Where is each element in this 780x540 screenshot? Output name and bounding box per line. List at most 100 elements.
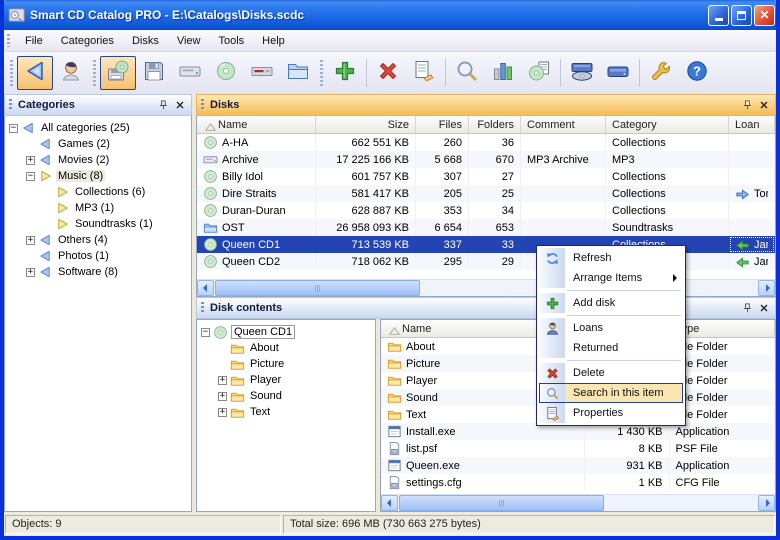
expand-icon[interactable]: + [26, 156, 35, 165]
search-button[interactable] [449, 56, 485, 90]
column-header-folders[interactable]: Folders [469, 116, 521, 133]
tree-item[interactable]: −Music (8) [5, 168, 191, 184]
table-row[interactable]: Dire Straits581 417 KB20525CollectionsTo… [197, 185, 775, 202]
collapse-icon[interactable]: − [26, 172, 35, 181]
open-catalog-button[interactable] [280, 56, 316, 90]
expand-icon[interactable]: + [218, 392, 227, 401]
tree-item[interactable]: Photos (1) [5, 248, 191, 264]
context-menu-item-delete[interactable]: Delete [539, 363, 683, 383]
table-row[interactable]: OST26 958 093 KB6 654653Soundtrasks [197, 219, 775, 236]
context-menu-item-loans[interactable]: Loans [539, 318, 683, 338]
panel-grip[interactable] [9, 99, 12, 111]
files-hscrollbar[interactable] [381, 494, 775, 511]
tree-item[interactable]: Collections (6) [5, 184, 191, 200]
tree-item[interactable]: MP3 (1) [5, 200, 191, 216]
list-item[interactable]: Queen.exe931 KBApplication [381, 457, 775, 474]
save-button[interactable] [136, 56, 172, 90]
close-button[interactable]: ✕ [754, 5, 775, 26]
cd-button[interactable] [208, 56, 244, 90]
collapse-icon[interactable]: − [9, 124, 18, 133]
pin-icon[interactable] [739, 301, 754, 316]
close-tray-button[interactable] [600, 56, 636, 90]
toolbar-grip[interactable] [10, 60, 13, 86]
device-button[interactable] [244, 56, 280, 90]
context-menu-item-add-disk[interactable]: Add disk [539, 293, 683, 313]
tree-item[interactable]: Games (2) [5, 136, 191, 152]
scrollbar-thumb[interactable] [399, 495, 604, 511]
scroll-left-icon[interactable] [381, 495, 398, 511]
collapse-icon[interactable]: − [201, 328, 210, 337]
help-button[interactable]: ? [679, 56, 715, 90]
context-menu-item-arrange-items[interactable]: Arrange Items [539, 268, 683, 288]
context-menu-item-search-in-this-item[interactable]: Search in this item [539, 383, 683, 403]
save-catalog-button[interactable] [100, 56, 136, 90]
menu-view[interactable]: View [168, 32, 210, 50]
tree-item[interactable]: +Text [197, 404, 375, 420]
tree-item[interactable]: −All categories (25) [5, 120, 191, 136]
context-menu-item-refresh[interactable]: Refresh [539, 248, 683, 268]
table-row[interactable]: A-HA662 551 KB26036Collections [197, 134, 775, 151]
column-header-files[interactable]: Files [416, 116, 469, 133]
table-row[interactable]: Archive17 225 166 KB5 668670MP3 ArchiveM… [197, 151, 775, 168]
toolbar-grip[interactable] [93, 60, 96, 86]
tree-item[interactable]: +Player [197, 372, 375, 388]
list-item[interactable]: list.psf8 KBPSF File [381, 440, 775, 457]
list-item[interactable]: settings.cfg1 KBCFG File [381, 474, 775, 491]
maximize-button[interactable] [731, 5, 752, 26]
pin-icon[interactable] [155, 98, 170, 113]
expand-icon[interactable]: + [218, 376, 227, 385]
context-menu-item-properties[interactable]: Properties [539, 403, 683, 423]
pin-icon[interactable] [739, 98, 754, 113]
properties-button[interactable] [406, 56, 442, 90]
options-button[interactable] [643, 56, 679, 90]
table-row[interactable]: Queen CD1713 539 KB33733CollectionsJames [197, 236, 775, 253]
tree-item[interactable]: +Sound [197, 388, 375, 404]
close-panel-icon[interactable] [756, 98, 771, 113]
scroll-right-icon[interactable] [758, 495, 775, 511]
column-header-category[interactable]: Category [606, 116, 729, 133]
close-panel-icon[interactable] [172, 98, 187, 113]
back-button[interactable] [17, 56, 53, 90]
disks-hscrollbar[interactable] [197, 279, 775, 296]
tree-item[interactable]: Soundtrasks (1) [5, 216, 191, 232]
scrollbar-thumb[interactable] [215, 280, 420, 296]
column-header-comment[interactable]: Comment [521, 116, 606, 133]
loans-button[interactable] [53, 56, 89, 90]
menu-categories[interactable]: Categories [52, 32, 123, 50]
context-menu-item-returned[interactable]: Returned [539, 338, 683, 358]
panel-grip[interactable] [201, 302, 204, 314]
tree-item[interactable]: −Queen CD1 [197, 324, 375, 340]
scroll-right-icon[interactable] [758, 280, 775, 296]
menu-disks[interactable]: Disks [123, 32, 168, 50]
statistics-button[interactable] [485, 56, 521, 90]
menu-file[interactable]: File [16, 32, 52, 50]
tree-item[interactable]: +Others (4) [5, 232, 191, 248]
tree-item[interactable]: Picture [197, 356, 375, 372]
expand-icon[interactable]: + [26, 236, 35, 245]
table-row[interactable]: Queen CD2718 062 KB29529CollectionsJames [197, 253, 775, 270]
table-row[interactable]: Duran-Duran628 887 KB35334Collections [197, 202, 775, 219]
cell-text: 26 958 093 KB [336, 222, 409, 234]
panel-grip[interactable] [201, 99, 204, 111]
delete-button[interactable] [370, 56, 406, 90]
menu-help[interactable]: Help [253, 32, 294, 50]
drive-button[interactable] [172, 56, 208, 90]
close-panel-icon[interactable] [756, 301, 771, 316]
column-header-loan[interactable]: Loan [729, 116, 775, 133]
table-row[interactable]: Billy Idol601 757 KB30727Collections [197, 168, 775, 185]
menubar-grip[interactable] [7, 34, 10, 47]
toolbar-grip[interactable] [320, 60, 323, 86]
menu-tools[interactable]: Tools [209, 32, 253, 50]
expand-icon[interactable]: + [26, 268, 35, 277]
eject-button[interactable] [564, 56, 600, 90]
add-disk-button[interactable] [327, 56, 363, 90]
minimize-button[interactable] [708, 5, 729, 26]
tree-item[interactable]: +Software (8) [5, 264, 191, 280]
column-header-size[interactable]: Size [316, 116, 416, 133]
column-header-name[interactable]: Name [197, 116, 316, 133]
scroll-left-icon[interactable] [197, 280, 214, 296]
expand-icon[interactable]: + [218, 408, 227, 417]
tree-item[interactable]: About [197, 340, 375, 356]
report-button[interactable] [521, 56, 557, 90]
tree-item[interactable]: +Movies (2) [5, 152, 191, 168]
